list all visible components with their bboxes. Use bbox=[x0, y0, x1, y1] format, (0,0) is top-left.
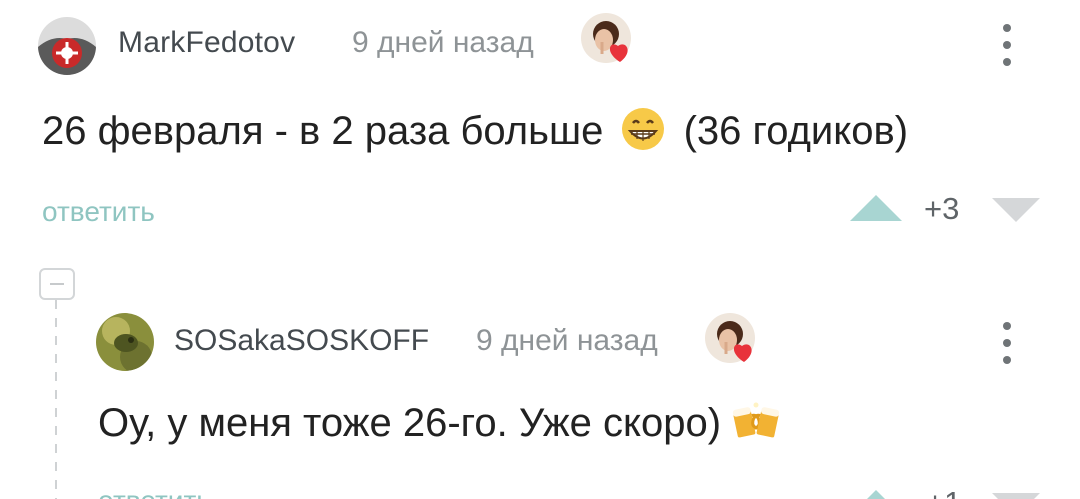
comment-author[interactable]: MarkFedotov bbox=[118, 26, 295, 60]
heart-badge-icon bbox=[704, 312, 760, 368]
comment-text-part: 26 февраля - в 2 раза больше bbox=[42, 109, 604, 153]
downvote-arrow-icon[interactable] bbox=[990, 196, 1042, 224]
rating-score: +3 bbox=[924, 191, 960, 226]
collapse-thread-icon[interactable] bbox=[39, 268, 75, 300]
rating-score: +1 bbox=[926, 487, 966, 499]
downvote-arrow-icon[interactable] bbox=[990, 491, 1042, 499]
reply-link-label: ответить bbox=[98, 487, 298, 499]
comment-text: 26 февраля - в 2 раза больше (36 годиков… bbox=[42, 106, 908, 154]
grinning-face-emoji-icon bbox=[620, 106, 666, 152]
comment-text-part: (36 годиков) bbox=[683, 109, 909, 153]
upvote-arrow-icon[interactable] bbox=[848, 488, 904, 499]
upvote-arrow-icon[interactable] bbox=[848, 193, 904, 223]
comment-timestamp: 9 дней назад bbox=[352, 26, 534, 59]
user-avatar[interactable] bbox=[96, 313, 154, 371]
reply-link[interactable]: ответить bbox=[42, 196, 155, 228]
comment-timestamp: 9 дней назад bbox=[476, 324, 658, 357]
user-avatar[interactable] bbox=[38, 17, 96, 75]
rating-score-value: +1 bbox=[926, 487, 966, 499]
comment-text: Оу, у меня тоже 26-го. Уже скоро) bbox=[98, 400, 781, 446]
more-vertical-icon[interactable] bbox=[996, 318, 1018, 368]
comment-author[interactable]: SOSakaSOSKOFF bbox=[174, 324, 429, 358]
comment-text-part: Оу, у меня тоже 26-го. Уже скоро) bbox=[98, 401, 722, 445]
beer-mugs-emoji-icon bbox=[731, 400, 781, 440]
more-vertical-icon[interactable] bbox=[996, 20, 1018, 70]
heart-badge-icon bbox=[580, 12, 636, 68]
reply-link[interactable]: ответить bbox=[98, 487, 298, 499]
thread-line bbox=[55, 300, 57, 499]
